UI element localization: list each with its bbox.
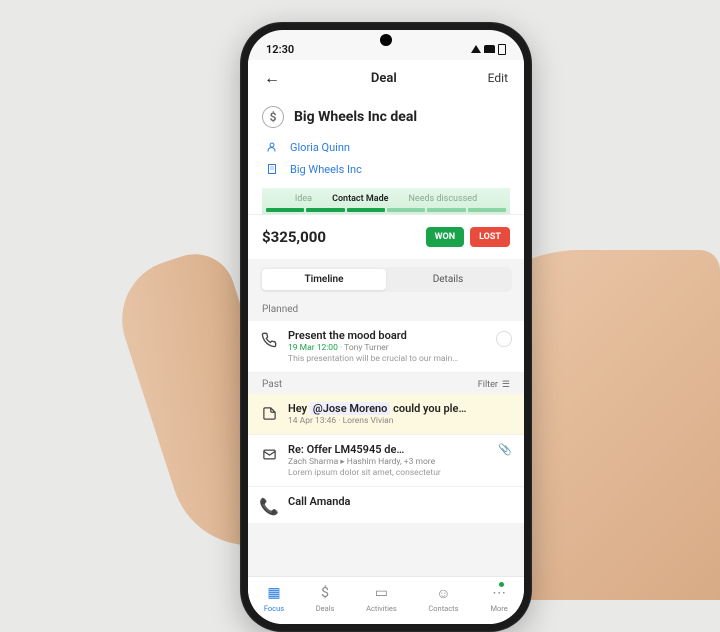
tab-timeline[interactable]: Timeline — [262, 269, 386, 290]
filter-icon: ☰ — [502, 380, 510, 390]
planned-title: Present the mood board — [288, 329, 486, 342]
bottom-tabbar: ▦ Focus $ Deals ▭ Activities ☺ Contacts … — [248, 576, 524, 624]
status-time: 12:30 — [266, 43, 294, 56]
view-tabs: Timeline Details — [260, 267, 512, 292]
nav-title: Deal — [371, 71, 397, 86]
phone-icon: 📞 — [260, 497, 278, 515]
contact-link[interactable]: Gloria Quinn — [262, 136, 510, 158]
stage-bar[interactable]: Idea Contact Made Needs discussed — [262, 188, 510, 214]
org-name: Big Wheels Inc — [290, 163, 362, 176]
section-past: Past — [262, 379, 282, 390]
attachment-icon: 📎 — [498, 443, 512, 456]
stage-current: Contact Made — [332, 194, 388, 204]
filter-button[interactable]: Filter ☰ — [478, 380, 510, 390]
complete-checkbox[interactable] — [496, 331, 512, 347]
camera-cutout — [380, 34, 392, 46]
edit-button[interactable]: Edit — [488, 71, 508, 85]
battery-icon — [498, 44, 506, 55]
email-title: Re: Offer LM45945 de… — [288, 443, 488, 456]
tab-contacts[interactable]: ☺ Contacts — [428, 584, 458, 613]
deal-title-row: $ Big Wheels Inc deal — [262, 106, 510, 128]
note-meta: 14 Apr 13:46 · Lorens Vivian — [288, 416, 512, 426]
back-button[interactable]: ← — [264, 68, 280, 88]
won-button[interactable]: WON — [426, 227, 464, 247]
org-link[interactable]: Big Wheels Inc — [262, 158, 510, 180]
deal-value: $325,000 — [262, 228, 326, 246]
phone-frame: 12:30 ← Deal Edit $ Big Wheels Inc deal … — [240, 22, 532, 632]
screen: 12:30 ← Deal Edit $ Big Wheels Inc deal … — [248, 30, 524, 624]
activities-icon: ▭ — [372, 584, 390, 602]
stage-next: Needs discussed — [409, 194, 478, 204]
more-icon: ⋯ — [490, 584, 508, 602]
note-activity[interactable]: Hey @Jose Moreno could you ple… 14 Apr 1… — [248, 394, 524, 435]
email-activity[interactable]: Re: Offer LM45945 de… Zach Sharma ▸ Hash… — [248, 435, 524, 487]
section-planned: Planned — [248, 302, 524, 321]
mention: @Jose Moreno — [310, 402, 391, 415]
lost-button[interactable]: LOST — [470, 227, 510, 247]
tab-focus[interactable]: ▦ Focus — [264, 584, 284, 613]
content: $ Big Wheels Inc deal Gloria Quinn Big W… — [248, 96, 524, 576]
note-title: Hey @Jose Moreno could you ple… — [288, 402, 512, 415]
stage-prev: Idea — [295, 194, 312, 204]
contacts-icon: ☺ — [434, 584, 452, 602]
call-icon — [260, 331, 278, 349]
deal-title: Big Wheels Inc deal — [294, 109, 417, 125]
currency-icon: $ — [262, 106, 284, 128]
planned-desc: This presentation will be crucial to our… — [288, 354, 486, 364]
tab-details[interactable]: Details — [386, 269, 510, 290]
person-icon — [264, 139, 280, 155]
tab-deals[interactable]: $ Deals — [316, 584, 335, 613]
tab-activities[interactable]: ▭ Activities — [366, 584, 397, 613]
value-row: $325,000 WON LOST — [248, 214, 524, 259]
nav-bar: ← Deal Edit — [248, 60, 524, 96]
signal-icon — [471, 45, 481, 53]
mail-icon — [260, 445, 278, 463]
planned-activity[interactable]: Present the mood board 19 Mar 12:00 · To… — [248, 321, 524, 373]
past-header: Past Filter ☰ — [248, 373, 524, 394]
call-activity[interactable]: 📞 Call Amanda — [248, 487, 524, 523]
email-meta: Zach Sharma ▸ Hashim Hardy, +3 more — [288, 457, 488, 467]
call-title: Call Amanda — [288, 495, 512, 508]
note-icon — [260, 404, 278, 422]
tab-more[interactable]: ⋯ More — [490, 584, 508, 613]
building-icon — [264, 161, 280, 177]
deal-header: $ Big Wheels Inc deal Gloria Quinn Big W… — [248, 96, 524, 214]
status-icons — [471, 44, 506, 55]
wifi-icon — [484, 45, 495, 53]
contact-name: Gloria Quinn — [290, 141, 350, 154]
focus-icon: ▦ — [265, 584, 283, 602]
email-desc: Lorem ipsum dolor sit amet, consectetur — [288, 468, 488, 478]
deals-icon: $ — [316, 584, 334, 602]
